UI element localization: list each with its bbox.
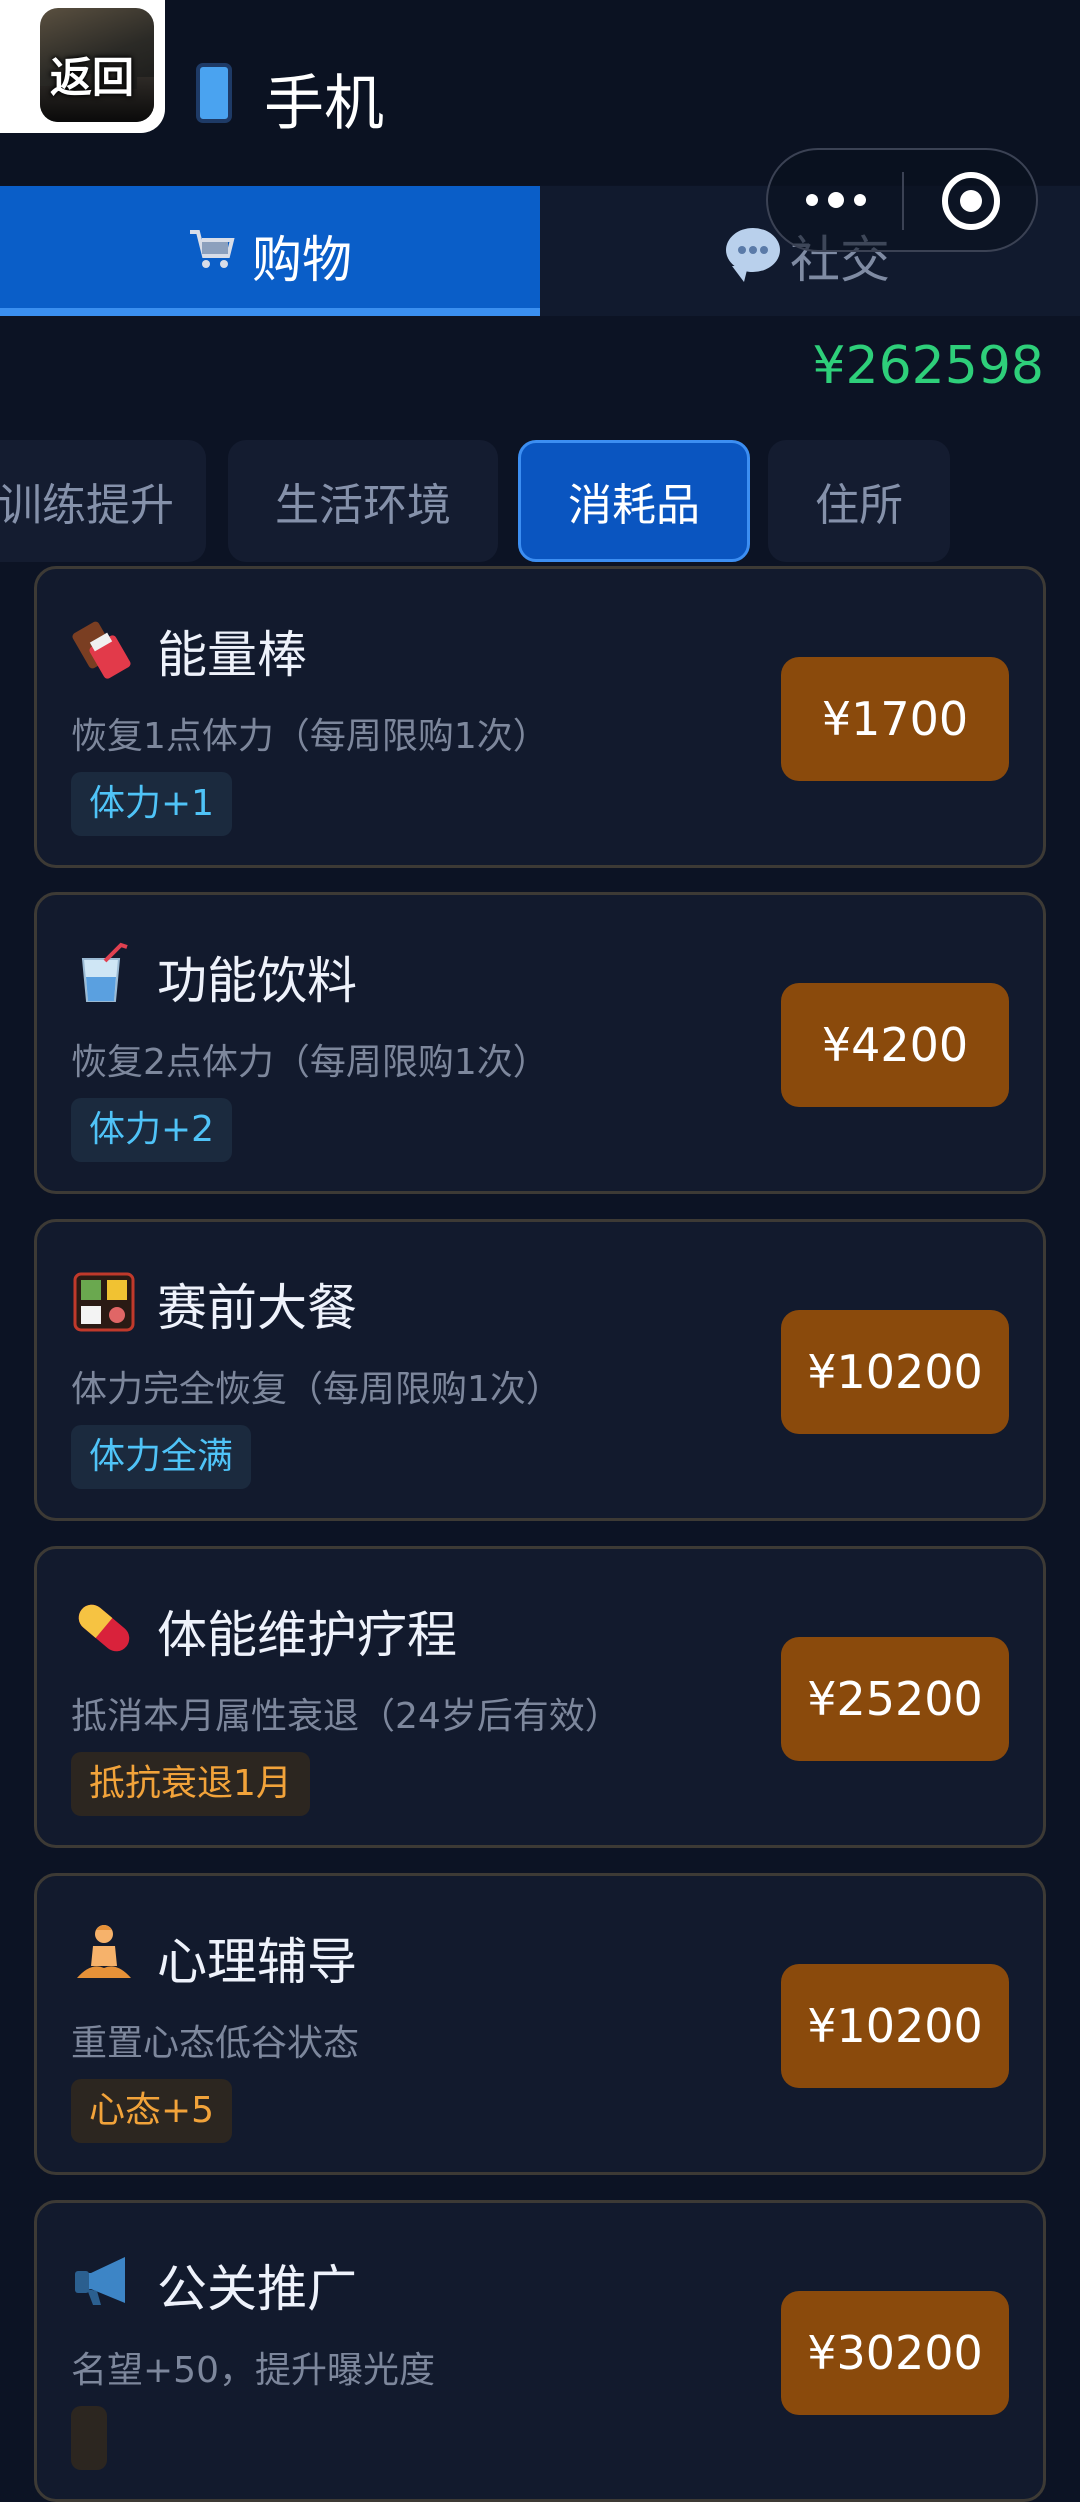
buy-button[interactable]: ¥1700 [781,657,1009,781]
back-button[interactable]: 返回 [0,0,165,133]
item-desc: 抵消本月属性衰退（24岁后有效） [71,1696,621,1737]
buy-button[interactable]: ¥25200 [781,1637,1009,1761]
chat-bubble-icon [726,228,780,282]
item-desc: 体力完全恢复（每周限购1次） [71,1369,562,1410]
shopping-cart-icon [190,230,235,268]
meditation-person-icon [77,1925,131,1978]
category-label: 生活环境 [275,480,451,531]
item-tag: 体力+1 [71,772,233,836]
item-tag [71,2406,107,2470]
item-desc: 重置心态低谷状态 [71,2023,360,2064]
buy-button[interactable]: ¥10200 [781,1964,1009,2088]
capsule-divider [902,172,904,230]
item-tag: 抵抗衰退1月 [71,1752,310,1816]
item-card: 公关推广 名望+50，提升曝光度 ¥30200 [34,2200,1046,2502]
pill-icon [78,1604,130,1652]
megaphone-icon [75,2257,125,2305]
chocolate-bar-icon [72,621,131,679]
miniprogram-capsule [766,148,1038,252]
item-tag: 体力全满 [71,1425,252,1489]
category-housing[interactable]: 住所 [768,440,950,562]
category-training[interactable]: 训练提升 [0,440,206,562]
item-name: 体能维护疗程 [157,1606,457,1664]
item-name: 赛前大餐 [157,1279,357,1337]
item-card: 赛前大餐 体力完全恢复（每周限购1次） 体力全满 ¥10200 [34,1219,1046,1521]
item-tag: 心态+5 [71,2079,233,2143]
phone-icon [196,63,232,123]
more-dots-icon[interactable] [806,192,866,208]
item-desc: 恢复1点体力（每周限购1次） [71,716,549,757]
category-consumables[interactable]: 消耗品 [518,440,750,562]
bento-box-icon [73,1272,135,1332]
drink-cup-icon [81,942,128,1002]
item-desc: 恢复2点体力（每周限购1次） [71,1042,549,1083]
item-tag: 体力+2 [71,1098,233,1162]
page-title: 手机 [264,69,384,139]
item-name: 功能饮料 [157,952,357,1010]
tab-shopping-label: 购物 [252,231,352,289]
buy-button[interactable]: ¥4200 [781,983,1009,1107]
tab-shopping[interactable]: 购物 [0,186,540,316]
back-label: 返回 [50,53,135,102]
item-name: 公关推广 [157,2260,357,2318]
money-balance: ¥262598 [812,336,1044,396]
category-label: 消耗品 [568,480,700,531]
item-card: 能量棒 恢复1点体力（每周限购1次） 体力+1 ¥1700 [34,566,1046,868]
buy-button[interactable]: ¥30200 [781,2291,1009,2415]
item-card: 体能维护疗程 抵消本月属性衰退（24岁后有效） 抵抗衰退1月 ¥25200 [34,1546,1046,1848]
category-label: 住所 [815,480,903,531]
item-card: 功能饮料 恢复2点体力（每周限购1次） 体力+2 ¥4200 [34,892,1046,1194]
item-card: 心理辅导 重置心态低谷状态 心态+5 ¥10200 [34,1873,1046,2175]
item-name: 心理辅导 [157,1933,357,1991]
category-label: 训练提升 [0,480,174,531]
item-name: 能量棒 [157,626,307,684]
category-living[interactable]: 生活环境 [228,440,498,562]
item-desc: 名望+50，提升曝光度 [71,2350,435,2391]
buy-button[interactable]: ¥10200 [781,1310,1009,1434]
target-circle-icon[interactable] [942,172,1000,230]
